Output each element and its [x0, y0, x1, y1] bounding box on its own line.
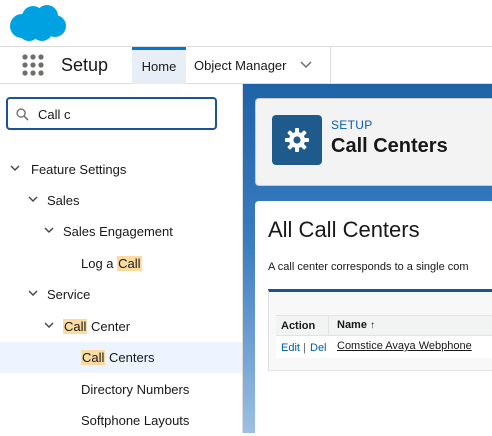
call-centers-panel: All Call Centers A call center correspon… — [255, 201, 492, 433]
tree-item-label: Service — [47, 287, 91, 302]
tree-item-directory-numbers[interactable]: Directory Numbers — [0, 374, 242, 405]
tree-item-sales-engagement[interactable]: Sales Engagement — [0, 216, 242, 247]
search-match-highlight: Call — [63, 319, 88, 334]
page-header: SETUP Call Centers — [255, 98, 492, 186]
chevron-down-icon[interactable] — [44, 322, 54, 329]
gear-icon — [285, 128, 309, 152]
setup-sidebar: Feature Settings Sales Sales Engagement … — [0, 84, 243, 433]
column-header-action: Action — [281, 320, 316, 332]
salesforce-logo — [10, 5, 66, 41]
breadcrumb: SETUP — [331, 118, 373, 132]
app-launcher-icon[interactable] — [22, 54, 44, 76]
chevron-down-icon[interactable] — [28, 290, 38, 297]
tree-item-call-center[interactable]: Call Center — [0, 311, 242, 342]
quick-find-box[interactable] — [6, 97, 217, 130]
tree-item-label: Feature Settings — [31, 162, 127, 177]
tree-item-log-a-call[interactable]: Log a Call — [0, 248, 242, 279]
page-description: A call center corresponds to a single co… — [268, 261, 469, 273]
main-content: SETUP Call Centers All Call Centers A ca… — [243, 84, 492, 433]
global-header — [0, 0, 492, 46]
tree-item-feature-settings[interactable]: Feature Settings — [0, 154, 242, 185]
tree-item-label: Call Centers — [81, 350, 155, 365]
column-divider — [328, 316, 329, 335]
tree-item-label: Call Center — [63, 319, 131, 334]
chevron-down-icon[interactable] — [300, 61, 312, 69]
page-title: Call Centers — [331, 135, 448, 157]
sort-ascending-icon: ↑ — [370, 320, 376, 331]
search-match-highlight: Call — [81, 350, 106, 365]
search-match-highlight: Call — [117, 256, 142, 271]
call-center-list: Action Name ↑ Edit | Del Comstice Avaya … — [268, 289, 492, 371]
chevron-down-icon[interactable] — [28, 196, 38, 203]
chevron-down-icon[interactable] — [10, 165, 20, 172]
edit-link[interactable]: Edit — [281, 342, 300, 354]
delete-link[interactable]: Del — [310, 342, 327, 354]
setup-gear-icon — [272, 115, 322, 165]
setup-nav-bar: Setup Home Object Manager — [0, 46, 492, 84]
search-icon — [16, 108, 29, 121]
app-name: Setup — [61, 55, 109, 75]
tree-item-label: Sales Engagement — [63, 224, 173, 239]
tab-object-manager[interactable]: Object Manager — [186, 47, 331, 84]
tree-item-label: Directory Numbers — [81, 382, 190, 397]
tree-item-label: Log a Call — [81, 256, 142, 271]
column-header-name[interactable]: Name ↑ — [337, 319, 375, 331]
table-row: Edit | Del Comstice Avaya Webphone — [276, 336, 492, 358]
tab-home[interactable]: Home — [132, 47, 186, 84]
table-header: Action Name ↑ — [276, 315, 492, 336]
quick-find-input[interactable] — [38, 105, 208, 123]
tree-item-service[interactable]: Service — [0, 279, 242, 310]
tree-item-sales[interactable]: Sales — [0, 185, 242, 216]
tree-item-softphone-layouts[interactable]: Softphone Layouts — [0, 405, 242, 436]
section-title: All Call Centers — [268, 217, 420, 242]
action-separator: | — [303, 342, 306, 354]
tab-object-manager-label: Object Manager — [194, 58, 287, 73]
call-center-name-link[interactable]: Comstice Avaya Webphone — [337, 340, 472, 352]
tree-item-label: Sales — [47, 193, 80, 208]
tree-item-label: Softphone Layouts — [81, 413, 190, 428]
chevron-down-icon[interactable] — [44, 227, 54, 234]
tree-item-call-centers[interactable]: Call Centers — [0, 342, 242, 373]
